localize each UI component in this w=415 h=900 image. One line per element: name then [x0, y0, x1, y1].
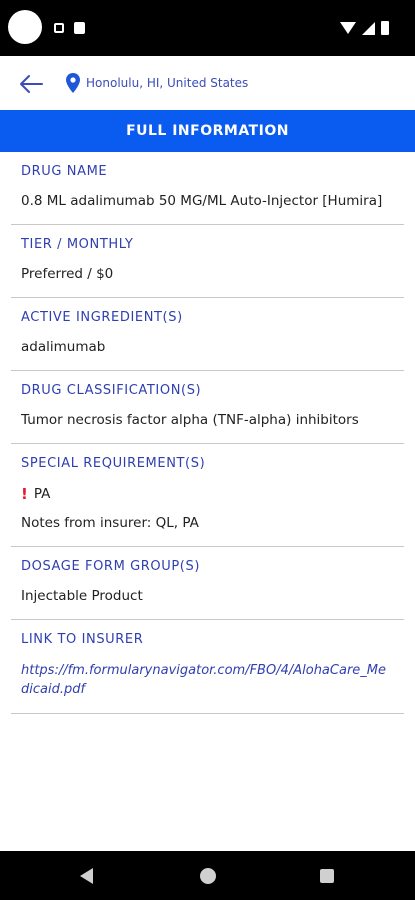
insurer-link[interactable]: https://fm.formularynavigator.com/FBO/4/… [21, 661, 394, 699]
section-title: DOSAGE FORM GROUP(S) [21, 559, 201, 574]
insurer-link-section: LINK TO INSURER https://fm.formularynavi… [11, 620, 404, 714]
full-information-banner: FULL INFORMATION [0, 110, 415, 152]
tier-section: TIER / MONTHLY Preferred / $0 [11, 225, 404, 298]
ingredients-section: ACTIVE INGREDIENT(S) adalimumab [11, 298, 404, 371]
system-icons [340, 21, 389, 35]
exclamation-icon: ! [21, 485, 28, 503]
requirements-section: SPECIAL REQUIREMENT(S) ! PA Notes from i… [11, 444, 404, 547]
notification-icon [54, 23, 64, 33]
status-bar: 9 [0, 0, 415, 56]
wifi-icon [340, 22, 356, 34]
nav-home-icon[interactable] [200, 868, 216, 884]
ingredients-value: adalimumab [21, 339, 106, 355]
drug-name-section: DRUG NAME 0.8 ML adalimumab 50 MG/ML Aut… [11, 152, 404, 225]
sd-card-icon [74, 22, 85, 34]
drug-name-value: 0.8 ML adalimumab 50 MG/ML Auto-Injector… [21, 193, 383, 209]
location-text: Honolulu, HI, United States [86, 76, 249, 90]
nav-recents-icon[interactable] [320, 869, 334, 883]
arrow-left-icon [20, 75, 43, 93]
drug-details: DRUG NAME 0.8 ML adalimumab 50 MG/ML Aut… [0, 152, 415, 714]
classification-value: Tumor necrosis factor alpha (TNF-alpha) … [21, 412, 359, 428]
status-time: 9 [10, 19, 19, 34]
dosage-section: DOSAGE FORM GROUP(S) Injectable Product [11, 547, 404, 620]
signal-icon [362, 21, 375, 35]
navigation-bar [0, 851, 415, 900]
section-title: ACTIVE INGREDIENT(S) [21, 310, 183, 325]
section-title: DRUG CLASSIFICATION(S) [21, 383, 202, 398]
back-button[interactable] [14, 70, 48, 98]
insurer-notes: Notes from insurer: QL, PA [21, 515, 199, 531]
requirement-flag: ! PA [21, 485, 394, 503]
location: Honolulu, HI, United States [66, 73, 248, 93]
section-title: SPECIAL REQUIREMENT(S) [21, 456, 206, 471]
tier-value: Preferred / $0 [21, 266, 114, 282]
banner-title: FULL INFORMATION [126, 123, 289, 139]
classification-section: DRUG CLASSIFICATION(S) Tumor necrosis fa… [11, 371, 404, 444]
section-title: TIER / MONTHLY [21, 237, 134, 252]
top-bar: Honolulu, HI, United States [0, 56, 415, 110]
requirement-flag-text: PA [33, 486, 51, 502]
nav-back-icon[interactable] [80, 868, 93, 884]
battery-icon [381, 21, 389, 35]
dosage-value: Injectable Product [21, 588, 143, 604]
section-title: DRUG NAME [21, 164, 108, 179]
location-pin-icon [66, 73, 80, 93]
section-title: LINK TO INSURER [21, 632, 144, 647]
